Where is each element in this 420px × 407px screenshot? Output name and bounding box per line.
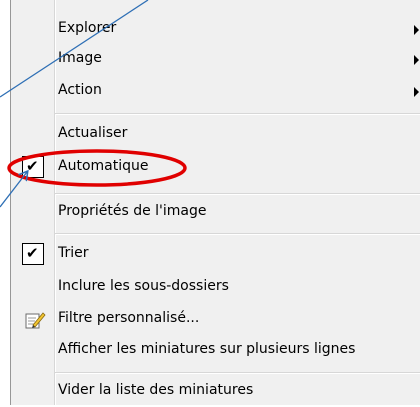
menu-item-label: Vider la liste des miniatures — [58, 382, 254, 398]
menu-item-label: Automatique — [58, 158, 149, 174]
context-menu: Explorer Image Action Actualiser ✔ Autom… — [10, 0, 420, 405]
menu-item-label: Image — [58, 50, 102, 66]
menu-item-label: Explorer — [58, 20, 117, 36]
menu-item-trier[interactable]: ✔ Trier — [11, 240, 420, 270]
menu-separator — [55, 113, 420, 115]
menu-item-automatique[interactable]: ✔ Automatique — [11, 153, 420, 183]
menu-item-label: Filtre personnalisé... — [58, 310, 200, 326]
submenu-arrow-icon — [414, 25, 419, 35]
menu-item-label: Propriétés de l'image — [58, 203, 207, 219]
check-icon: ✔ — [22, 156, 44, 178]
menu-item-image[interactable]: Image — [11, 45, 420, 75]
menu-separator — [55, 233, 420, 235]
menu-item-label: Actualiser — [58, 125, 128, 141]
check-icon: ✔ — [22, 243, 44, 265]
menu-item-action[interactable]: Action — [11, 77, 420, 107]
menu-item-label: Action — [58, 82, 102, 98]
menu-item-label: Afficher les miniatures sur plusieurs li… — [58, 341, 356, 357]
menu-item-afficher-miniatures[interactable]: Afficher les miniatures sur plusieurs li… — [11, 336, 420, 366]
submenu-arrow-icon — [414, 87, 419, 97]
menu-item-label: Trier — [58, 245, 89, 261]
submenu-arrow-icon — [414, 55, 419, 65]
menu-item-label: Inclure les sous-dossiers — [58, 278, 229, 294]
menu-item-filtre-personnalise[interactable]: Filtre personnalisé... — [11, 305, 420, 335]
menu-item-proprietes[interactable]: Propriétés de l'image — [11, 198, 420, 228]
menu-item-explorer[interactable]: Explorer — [11, 15, 420, 45]
menu-item-vider-liste[interactable]: Vider la liste des miniatures — [11, 377, 420, 407]
menu-item-actualiser[interactable]: Actualiser — [11, 120, 420, 150]
menu-separator — [55, 372, 420, 374]
edit-filter-icon — [25, 312, 46, 329]
menu-item-inclure-sous-dossiers[interactable]: Inclure les sous-dossiers — [11, 273, 420, 303]
menu-separator — [55, 193, 420, 195]
